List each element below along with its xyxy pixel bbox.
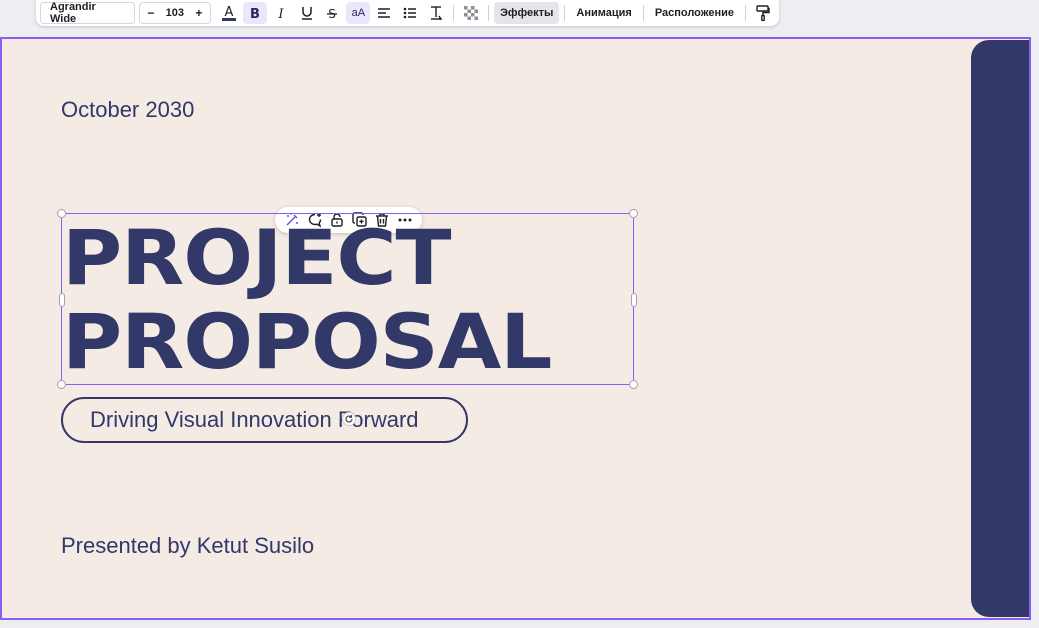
subtitle-pill[interactable]: Driving Visual Innovation Forward	[61, 397, 468, 443]
animation-button[interactable]: Анимация	[570, 2, 637, 24]
slide-date[interactable]: October 2030	[61, 97, 194, 123]
underline-icon	[300, 5, 314, 21]
presenter-line[interactable]: Presented by Ketut Susilo	[61, 533, 314, 559]
font-size-increase-button[interactable]: +	[190, 6, 208, 20]
rotate-handle[interactable]	[342, 412, 356, 426]
resize-handle-bottom-right[interactable]	[629, 380, 638, 389]
slide-title[interactable]: PROJECT PROPOSAL	[62, 216, 710, 384]
list-icon	[403, 7, 417, 19]
italic-button[interactable]: I	[269, 2, 293, 24]
svg-text:A: A	[224, 5, 233, 20]
toolbar-divider	[642, 5, 644, 21]
resize-handle-left[interactable]	[58, 293, 65, 307]
title-textbox-selection[interactable]: PROJECT PROPOSAL	[57, 209, 638, 389]
svg-text:I: I	[277, 7, 284, 20]
copy-style-button[interactable]	[751, 2, 775, 24]
line-spacing-button[interactable]	[424, 2, 448, 24]
subtitle-text: Driving Visual Innovation Forward	[90, 407, 419, 432]
text-toolbar: Agrandir Wide − 103 + A B I S aA	[36, 0, 779, 26]
svg-text:B: B	[250, 7, 260, 20]
bold-button[interactable]: B	[242, 2, 267, 24]
transparency-button[interactable]	[459, 2, 483, 24]
list-button[interactable]	[398, 2, 422, 24]
toolbar-divider	[488, 5, 490, 21]
resize-handle-top-left[interactable]	[57, 209, 66, 218]
text-color-icon: A	[221, 4, 237, 22]
resize-handle-bottom-left[interactable]	[57, 380, 66, 389]
toolbar-divider	[453, 5, 455, 21]
resize-handle-top-right[interactable]	[629, 209, 638, 218]
align-left-icon	[377, 7, 391, 19]
align-button[interactable]	[372, 2, 396, 24]
transparency-icon	[464, 6, 479, 20]
font-family-select[interactable]: Agrandir Wide	[40, 1, 135, 25]
toolbar-divider	[745, 5, 747, 21]
toolbar-divider	[564, 5, 566, 21]
strikethrough-icon: S	[325, 6, 339, 20]
text-color-button[interactable]: A	[217, 2, 241, 24]
slide-title-line-1: PROJECT	[62, 213, 451, 302]
line-spacing-icon	[429, 5, 443, 21]
resize-handle-right[interactable]	[630, 293, 637, 307]
paint-roller-icon	[756, 5, 770, 21]
position-button[interactable]: Расположение	[649, 2, 740, 24]
bold-icon: B	[248, 6, 262, 20]
font-size-stepper: − 103 +	[138, 2, 211, 24]
font-size-input[interactable]: 103	[160, 7, 190, 19]
slide-canvas[interactable]: October 2030 PROJECT PROPOSAL Driving Vi…	[0, 37, 1031, 620]
italic-icon: I	[274, 6, 288, 20]
strikethrough-button[interactable]: S	[321, 2, 345, 24]
underline-button[interactable]	[295, 2, 319, 24]
font-size-decrease-button[interactable]: −	[142, 6, 160, 20]
letter-case-button[interactable]: aA	[346, 2, 371, 24]
effects-button[interactable]: Эффекты	[494, 2, 560, 24]
decorative-side-panel[interactable]	[971, 40, 1029, 617]
rotate-icon	[344, 414, 354, 424]
slide-title-line-2: PROPOSAL	[62, 297, 552, 386]
